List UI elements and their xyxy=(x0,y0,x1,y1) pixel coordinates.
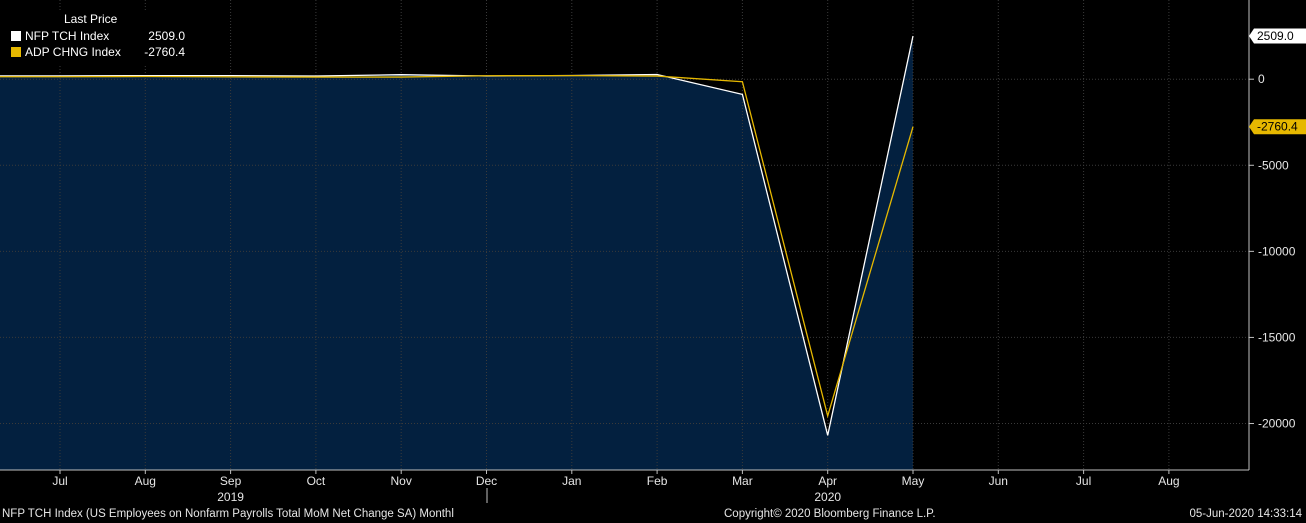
x-tick-label: Aug xyxy=(1158,474,1179,488)
legend-value-adp: -2760.4 xyxy=(144,45,185,59)
x-tick-label: May xyxy=(902,474,925,488)
x-tick-label: Sep xyxy=(220,474,242,488)
x-tick-label: Dec xyxy=(476,474,497,488)
last-value-tag-text: -2760.4 xyxy=(1257,120,1298,134)
legend-swatch-adp xyxy=(11,47,21,57)
y-tick-label: -15000 xyxy=(1258,330,1296,344)
y-tick-label: 0 xyxy=(1258,72,1265,86)
legend-name-nfp: NFP TCH Index xyxy=(25,29,110,43)
y-tick-label: -20000 xyxy=(1258,417,1296,431)
legend-entry-adp: ADP CHNG Index -2760.4 xyxy=(11,44,185,60)
legend-entry-nfp: NFP TCH Index 2509.0 xyxy=(11,28,185,44)
y-tick-label: -5000 xyxy=(1258,158,1289,172)
x-tick-label: Jan xyxy=(562,474,581,488)
footer-timestamp: 05-Jun-2020 14:33:14 xyxy=(1189,508,1302,520)
year-label: 2019 xyxy=(217,490,244,504)
x-tick-label: Jul xyxy=(52,474,67,488)
legend-name-adp: ADP CHNG Index xyxy=(25,45,121,59)
x-tick-label: Apr xyxy=(818,474,837,488)
y-tick-label: -10000 xyxy=(1258,244,1296,258)
chart: 0 -5000 -10000 -15000 -20000 2509.0 -2760.4 Jul… xyxy=(0,0,1306,505)
x-tick-label: Aug xyxy=(135,474,156,488)
legend-header: Last Price xyxy=(64,12,118,26)
legend-value-nfp: 2509.0 xyxy=(148,29,185,43)
legend: Last Price NFP TCH Index 2509.0 ADP CHNG… xyxy=(0,10,186,64)
year-label: 2020 xyxy=(814,490,841,504)
x-tick-label: Mar xyxy=(732,474,753,488)
x-tick-label: Nov xyxy=(391,474,412,488)
x-tick-label: Feb xyxy=(647,474,668,488)
x-tick-label: Oct xyxy=(307,474,326,488)
footer-description: NFP TCH Index (US Employees on Nonfarm P… xyxy=(2,508,454,520)
footer-copyright: Copyright© 2020 Bloomberg Finance L.P. xyxy=(724,508,936,520)
x-tick-label: Jun xyxy=(989,474,1008,488)
legend-swatch-nfp xyxy=(11,31,21,41)
last-value-tag-text: 2509.0 xyxy=(1257,29,1294,43)
x-tick-label: Jul xyxy=(1076,474,1091,488)
